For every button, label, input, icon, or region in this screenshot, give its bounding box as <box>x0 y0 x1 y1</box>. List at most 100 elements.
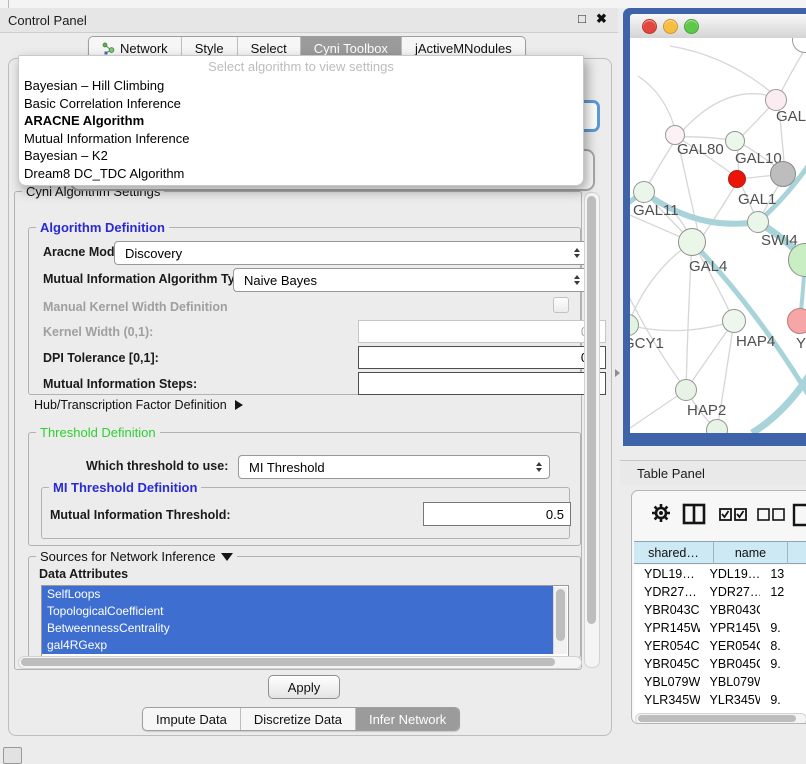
table-panel-body: shared…nameA YDL19…YDL19…13YDR27…YDR27…1… <box>631 490 806 724</box>
tab-label: Impute Data <box>156 712 227 727</box>
algorithm-option-bayesian-hill-climbing[interactable]: Bayesian – Hill Climbing <box>19 77 583 95</box>
column-header-a[interactable]: A <box>788 541 806 564</box>
table-row[interactable]: YPR145WYPR145W9. <box>634 619 806 637</box>
manual-kernel-checkbox[interactable] <box>553 297 569 313</box>
network-window-titlebar[interactable] <box>630 14 806 39</box>
bottom-tab-discretize-data[interactable]: Discretize Data <box>241 708 356 730</box>
bottom-tab-impute-data[interactable]: Impute Data <box>143 708 241 730</box>
unchecked-boxes-icon[interactable] <box>757 508 785 521</box>
table-row[interactable]: YDL19…YDL19…13 <box>634 565 806 583</box>
mi-threshold-input[interactable]: 0.5 <box>423 502 571 526</box>
node-label-gal4: GAL4 <box>689 259 727 274</box>
collapse-arrow-icon[interactable] <box>221 553 233 561</box>
which-threshold-combo[interactable]: MI Threshold <box>238 455 550 479</box>
network-node-hap4[interactable] <box>722 309 746 333</box>
gear-icon[interactable] <box>651 503 671 523</box>
table-panel-title: Table Panel <box>637 466 705 481</box>
manual-kernel-label: Manual Kernel Width Definition <box>43 300 228 314</box>
table-cell: YBR045C <box>634 657 700 671</box>
network-icon <box>102 42 115 55</box>
network-node-gal10[interactable] <box>725 131 745 151</box>
checked-boxes-icon[interactable] <box>719 508 747 521</box>
kernel-width-input[interactable]: 0.0 <box>358 320 606 343</box>
node-label-gal: GAL <box>776 109 806 124</box>
table-row[interactable]: YBR043CYBR043C <box>634 601 806 619</box>
mi-algorithm-type-value: Naive Bayes <box>244 273 317 288</box>
table-row[interactable]: YER054CYER054C8. <box>634 637 806 655</box>
threshold-definition-legend: Threshold Definition <box>36 425 160 440</box>
panel-divider-arrow-icon[interactable] <box>615 369 620 377</box>
settings-vertical-scrollbar[interactable] <box>584 192 600 668</box>
algorithm-option-dream8-dc-tdc-algorithm[interactable]: Dream8 DC_TDC Algorithm <box>19 165 583 183</box>
algorithm-definition-legend: Algorithm Definition <box>36 220 169 235</box>
threshold-definition-group: Threshold Definition Which threshold to … <box>28 432 581 546</box>
table-cell: YBR043C <box>634 603 700 617</box>
table-row[interactable]: YBL079WYBL079W <box>634 673 806 691</box>
app-top-strip <box>0 0 806 8</box>
aracne-mode-combo[interactable]: Discovery <box>114 241 588 265</box>
node-label-y: Y <box>796 336 806 351</box>
table-cell: YBL079W <box>700 675 761 689</box>
dpi-tolerance-input[interactable]: 0.0 <box>358 346 606 369</box>
table-cell: YER054C <box>634 639 700 653</box>
table-horizontal-scrollbar[interactable] <box>635 713 806 724</box>
mi-steps-input[interactable]: 6 <box>358 372 606 395</box>
algorithm-option-basic-correlation-inference[interactable]: Basic Correlation Inference <box>19 95 583 113</box>
algorithm-option-aracne-algorithm[interactable]: ARACNE Algorithm <box>19 112 583 130</box>
table-row[interactable]: YLR345WYLR345W9. <box>634 691 806 709</box>
algorithm-dropdown-popup: Select algorithm to view settings Bayesi… <box>18 55 584 186</box>
column-header-shared[interactable]: shared… <box>634 541 714 564</box>
tab-label: Infer Network <box>369 712 446 727</box>
hub-transcription-factor-section[interactable]: Hub/Transcription Factor Definition <box>34 398 243 412</box>
network-node-swi4[interactable] <box>747 211 769 233</box>
attribute-item-betweennesscentrality[interactable]: BetweennessCentrality <box>42 620 553 637</box>
mi-algorithm-type-combo[interactable]: Naive Bayes <box>233 268 588 292</box>
algorithm-option-mutual-information-inference[interactable]: Mutual Information Inference <box>19 130 583 148</box>
apply-button[interactable]: Apply <box>268 675 340 699</box>
settings-horizontal-scrollbar[interactable] <box>18 656 582 669</box>
float-window-icon[interactable]: □ <box>578 11 586 26</box>
table-header-row: shared…nameA <box>634 541 806 564</box>
node-label-gal80: GAL80 <box>677 142 724 157</box>
table-cell: 8. <box>760 639 806 653</box>
algorithm-option-bayesian-k2[interactable]: Bayesian – K2 <box>19 147 583 165</box>
data-attributes-list[interactable]: SelfLoopsTopologicalCoefficientBetweenne… <box>41 585 569 657</box>
control-panel-title: Control Panel <box>8 13 87 28</box>
mi-steps-label: Mutual Information Steps: <box>43 377 197 391</box>
node-label-gcy1: GCY1 <box>630 336 664 351</box>
attribute-item-topologicalcoefficient[interactable]: TopologicalCoefficient <box>42 603 553 620</box>
tab-label: Style <box>195 41 224 56</box>
bottom-tab-bar: Impute Data Discretize Data Infer Network <box>142 707 460 731</box>
network-node-gal1[interactable] <box>728 170 746 188</box>
which-threshold-label: Which threshold to use: <box>86 459 228 473</box>
table-cell: YDL19… <box>700 567 761 581</box>
split-columns-icon[interactable] <box>682 503 706 525</box>
bottom-tab-infer-network[interactable]: Infer Network <box>356 708 459 730</box>
network-node-gal4[interactable] <box>678 228 706 256</box>
node-label-gal11: GAL11 <box>633 203 679 218</box>
column-header-name[interactable]: name <box>714 541 788 564</box>
close-window-icon[interactable]: ✖ <box>596 11 607 27</box>
table-cell: YDL19… <box>634 567 700 581</box>
mi-algorithm-type-label: Mutual Information Algorithm Type: <box>43 272 253 286</box>
attributes-list-scrollbar[interactable] <box>553 587 567 654</box>
table-row[interactable]: YBR045CYBR045C9. <box>634 655 806 673</box>
document-icon[interactable] <box>792 503 806 527</box>
table-row[interactable]: YDR27…YDR27…12 <box>634 583 806 601</box>
network-node[interactable] <box>770 161 796 187</box>
attribute-item-selfloops[interactable]: SelfLoops <box>42 586 553 603</box>
close-traffic-light-icon[interactable] <box>642 19 657 34</box>
zoom-traffic-light-icon[interactable] <box>684 19 699 34</box>
node-label-swi4: SWI4 <box>761 233 798 248</box>
network-node-y[interactable] <box>787 308 806 334</box>
data-attributes-label: Data Attributes <box>39 567 128 581</box>
network-node-hap2[interactable] <box>675 379 697 401</box>
expand-arrow-icon[interactable] <box>235 400 243 410</box>
minimize-traffic-light-icon[interactable] <box>663 19 678 34</box>
network-node-gal11[interactable] <box>633 181 655 203</box>
control-panel-titlebar: Control Panel □ ✖ <box>0 8 618 33</box>
table-cell: YDR27… <box>634 585 700 599</box>
attribute-item-gal4rgexp[interactable]: gal4RGexp <box>42 637 553 654</box>
network-canvas[interactable]: GALGAL80GAL10GAL1GAL11SWI4GAL4GCY1HAP4YH… <box>630 38 806 433</box>
collapsed-panel-button[interactable] <box>3 747 22 764</box>
